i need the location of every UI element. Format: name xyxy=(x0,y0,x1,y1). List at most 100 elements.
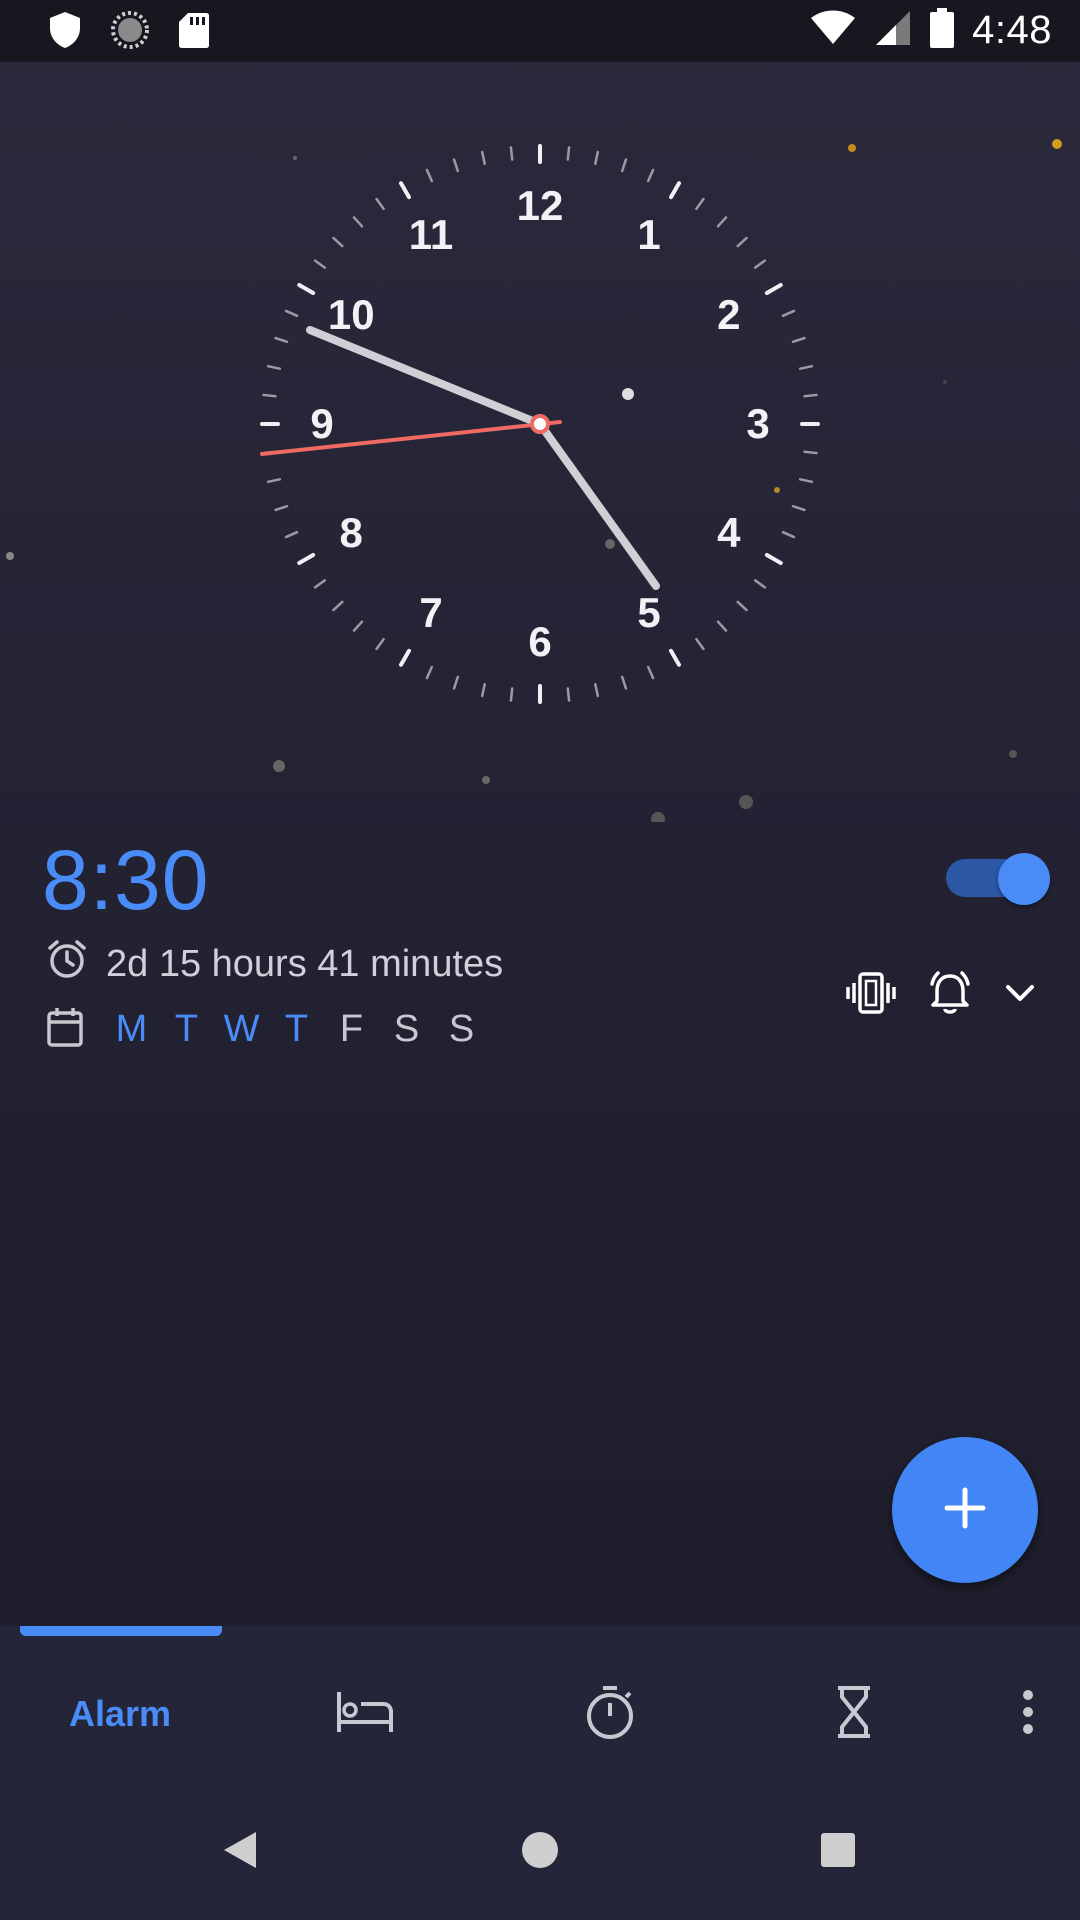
clock-tick xyxy=(798,364,814,370)
day-sunday[interactable]: S xyxy=(434,1008,489,1051)
wifi-icon xyxy=(810,10,856,51)
clock-tick xyxy=(452,675,460,690)
clock-tick xyxy=(480,682,486,698)
clock-number-6: 6 xyxy=(528,618,552,665)
clock-tick xyxy=(399,181,411,200)
clock-tick xyxy=(425,168,434,183)
clock-tick xyxy=(480,150,486,166)
clock-tick xyxy=(781,530,796,539)
decoration-dot xyxy=(273,760,285,772)
status-time: 4:48 xyxy=(972,8,1052,52)
clock-number-5: 5 xyxy=(637,588,661,636)
day-saturday[interactable]: S xyxy=(379,1008,434,1051)
analog-clock: 12 1 2 3 4 5 6 7 8 9 10 11 xyxy=(0,62,1080,822)
system-navigation-bar xyxy=(0,1786,1080,1920)
day-wednesday[interactable]: W xyxy=(214,1008,269,1051)
clock-tick xyxy=(566,687,571,702)
clock-tick xyxy=(736,600,748,612)
clock-tick xyxy=(284,309,299,318)
calendar-icon xyxy=(46,1006,84,1053)
clock-tick xyxy=(313,579,327,589)
clock-tick xyxy=(620,675,628,690)
time-remaining: 2d 15 hours 41 minutes xyxy=(46,938,503,990)
more-options-button[interactable] xyxy=(1000,1684,1056,1744)
bottom-navigation: Alarm xyxy=(0,1626,1080,1786)
clock-number-4: 4 xyxy=(717,509,741,556)
cell-signal-icon xyxy=(874,9,912,52)
day-thursday[interactable]: T xyxy=(269,1008,324,1051)
clock-tick xyxy=(736,236,748,248)
home-icon[interactable] xyxy=(520,1830,560,1875)
decoration-dot xyxy=(6,552,14,560)
sync-icon xyxy=(110,10,150,55)
clock-tick xyxy=(716,216,728,228)
alarm-time[interactable]: 8:30 xyxy=(42,832,210,929)
clock-tick xyxy=(509,687,514,702)
clock-tick xyxy=(332,600,344,612)
clock-tick xyxy=(646,665,655,680)
decoration-dot xyxy=(1052,139,1062,149)
status-bar: 4:48 xyxy=(0,0,1080,62)
clock-tick xyxy=(594,150,600,166)
bedtime-icon xyxy=(335,1690,395,1739)
decoration-dot xyxy=(651,812,665,822)
clock-tick xyxy=(352,216,364,228)
back-icon[interactable] xyxy=(222,1830,258,1875)
clock-number-2: 2 xyxy=(717,291,741,338)
clock-number-1: 1 xyxy=(637,211,661,259)
plus-icon xyxy=(943,1486,987,1535)
tab-bedtime[interactable] xyxy=(325,1684,405,1744)
clock-tick xyxy=(764,283,783,295)
clock-tick xyxy=(764,553,783,565)
repeat-days: M T W T F S S xyxy=(46,1006,489,1053)
tab-timer[interactable] xyxy=(814,1684,894,1744)
tab-stopwatch[interactable] xyxy=(570,1684,650,1744)
day-monday[interactable]: M xyxy=(104,1008,159,1051)
tab-alarm[interactable]: Alarm xyxy=(40,1684,200,1744)
shield-icon xyxy=(48,10,82,55)
clock-tick xyxy=(332,236,344,248)
clock-number-3: 3 xyxy=(746,400,770,447)
day-tuesday[interactable]: T xyxy=(159,1008,214,1051)
decoration-dot xyxy=(774,487,780,493)
clock-tick xyxy=(399,648,411,667)
clock-tick xyxy=(425,665,434,680)
clock-tick xyxy=(669,181,681,200)
clock-tick xyxy=(791,336,806,344)
clock-tick xyxy=(313,259,327,269)
clock-tick xyxy=(798,478,814,484)
clock-tick xyxy=(274,336,289,344)
battery-icon xyxy=(930,8,955,53)
chevron-down-icon[interactable] xyxy=(1004,981,1036,1010)
add-alarm-button[interactable] xyxy=(892,1437,1038,1583)
clock-number-10: 10 xyxy=(327,291,375,338)
clock-tick xyxy=(695,637,705,651)
stopwatch-icon xyxy=(584,1684,636,1745)
day-friday[interactable]: F xyxy=(324,1008,379,1051)
clock-tick xyxy=(695,197,705,211)
clock-tick xyxy=(716,620,728,632)
decoration-dot xyxy=(293,156,297,160)
decoration-dot xyxy=(943,380,947,384)
tab-alarm-label: Alarm xyxy=(68,1693,172,1734)
clock-center-pin xyxy=(530,414,550,434)
recents-icon[interactable] xyxy=(820,1832,856,1873)
clock-tick xyxy=(753,579,767,589)
more-vert-icon xyxy=(1021,1689,1035,1740)
clock-tick xyxy=(791,504,806,512)
alarm-toggle[interactable] xyxy=(946,853,1050,905)
vibrate-icon[interactable] xyxy=(846,971,896,1020)
clock-number-11: 11 xyxy=(408,211,454,259)
clock-tick xyxy=(803,450,818,455)
timer-icon xyxy=(834,1685,874,1744)
clock-tick xyxy=(781,309,796,318)
alarm-bell-icon[interactable] xyxy=(926,970,974,1021)
alarm-clock-icon xyxy=(46,938,88,990)
decoration-dot xyxy=(848,144,856,152)
decoration-dot xyxy=(605,539,615,549)
clock-number-8: 8 xyxy=(339,509,363,556)
clock-number-7: 7 xyxy=(419,588,443,636)
clock-tick xyxy=(594,682,600,698)
toggle-knob xyxy=(998,853,1050,905)
clock-number-9: 9 xyxy=(310,400,334,447)
